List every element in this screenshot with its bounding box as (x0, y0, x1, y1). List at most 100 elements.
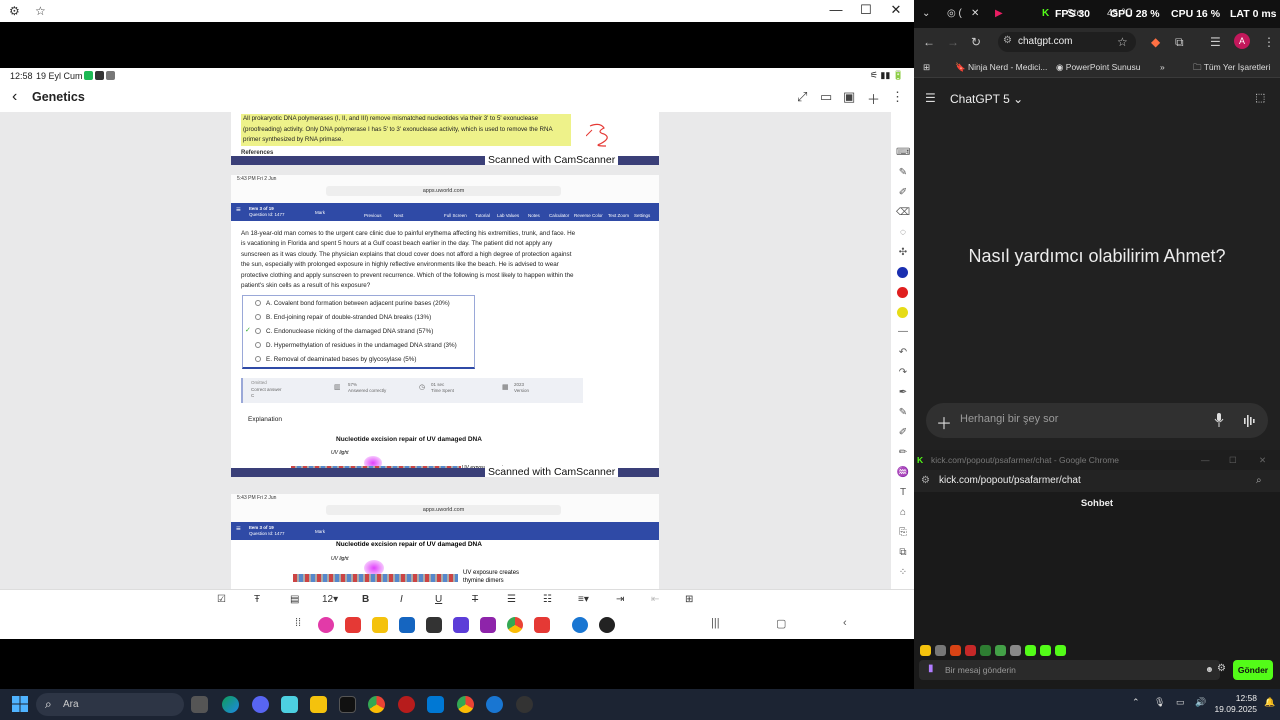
emote-icon[interactable] (935, 645, 946, 656)
app-icon[interactable] (486, 696, 503, 713)
forward-icon[interactable]: → (947, 35, 959, 49)
notification-bell-icon[interactable]: 🔔 (1264, 697, 1275, 708)
eraser-icon[interactable]: ⌫ (896, 207, 910, 221)
terminal-icon[interactable] (339, 696, 356, 713)
tag-icon[interactable]: ⌂ (896, 507, 910, 521)
tab-chatgpt[interactable]: ◎ ( (947, 8, 962, 19)
home-button[interactable]: ▢ (776, 617, 786, 630)
keyboard-icon[interactable]: ⌨ (896, 147, 910, 161)
task-view-icon[interactable] (191, 696, 208, 713)
emote-icon[interactable] (980, 645, 991, 656)
align-icon[interactable]: ≡▾ (578, 594, 589, 605)
bookmark-star-icon[interactable]: ☆ (1117, 35, 1128, 49)
microphone-icon[interactable] (1214, 413, 1224, 427)
close-button[interactable]: ✕ (881, 2, 911, 18)
attach-plus-icon[interactable]: ＋ (936, 410, 952, 434)
more-bookmarks-icon[interactable]: » (1160, 62, 1165, 72)
steam-icon[interactable] (516, 696, 533, 713)
maximize-button[interactable]: ☐ (1229, 455, 1237, 466)
text-tool-icon[interactable]: T (896, 487, 910, 501)
add-icon[interactable]: ＋ (867, 89, 880, 108)
dock-app-icon[interactable] (399, 617, 415, 633)
apps-grid-icon[interactable]: ⊞ (923, 62, 930, 73)
back-button[interactable]: ‹ (843, 617, 847, 629)
discord-icon[interactable] (252, 696, 269, 713)
send-button[interactable]: Gönder (1233, 660, 1273, 680)
tab-search-icon[interactable]: ⌄ (922, 8, 930, 19)
underline-button[interactable]: U (435, 594, 442, 605)
chrome-profile-icon[interactable] (457, 696, 474, 713)
chat-settings-icon[interactable]: ⚙ (1217, 663, 1226, 674)
back-arrow-icon[interactable]: ‹ (12, 88, 17, 106)
pages-icon[interactable]: ⧉ (896, 547, 910, 561)
table-icon[interactable]: ⊞ (685, 594, 693, 605)
ink-icon[interactable]: ♒ (896, 467, 910, 481)
bookmark-powerpoint[interactable]: ◉ PowerPoint Sunusu (1056, 62, 1140, 73)
microphone-icon[interactable]: 🎙 (1154, 697, 1165, 708)
redo-icon[interactable]: ↷ (896, 367, 910, 381)
color-yellow[interactable] (897, 307, 908, 318)
sidebar-toggle-icon[interactable]: ☰ (925, 91, 936, 105)
chrome-icon[interactable] (368, 696, 385, 713)
emote-icon[interactable] (950, 645, 961, 656)
edge-icon[interactable] (222, 696, 239, 713)
dock-app-icon[interactable] (318, 617, 334, 633)
site-info-icon[interactable]: ⚙ (1003, 35, 1012, 46)
dock-app-icon[interactable] (572, 617, 588, 633)
edit-icon[interactable]: ✐ (896, 427, 910, 441)
note-canvas[interactable]: All prokaryotic DNA polymerases (I, II, … (0, 112, 891, 589)
network-icon[interactable]: ▭ (1176, 697, 1185, 708)
chat-composer[interactable]: ＋ Herhangi bir şey sor (926, 403, 1268, 438)
undo-icon[interactable]: ↶ (896, 347, 910, 361)
settings-icon[interactable]: ⚙ (9, 4, 20, 18)
voice-mode-icon[interactable] (1238, 410, 1260, 432)
settings-app-icon[interactable] (599, 617, 615, 633)
search-icon[interactable]: ⌕ (1256, 475, 1262, 486)
tab-close-icon[interactable]: ✕ (971, 8, 979, 19)
indent-icon[interactable]: ⇥ (616, 594, 624, 605)
app-icon[interactable] (281, 696, 298, 713)
minimize-button[interactable]: — (821, 2, 851, 17)
close-button[interactable]: ✕ (1259, 455, 1266, 466)
extensions-puzzle-icon[interactable]: ⧉ (1175, 35, 1184, 50)
emote-icon[interactable] (1055, 645, 1066, 656)
youtube-icon[interactable] (534, 617, 550, 633)
brush-icon[interactable]: ✎ (896, 407, 910, 421)
app-drawer-icon[interactable]: ⁞⁞ (295, 617, 301, 629)
omnibox[interactable]: ⚙ chatgpt.com (998, 32, 1136, 52)
paragraph-icon[interactable]: ▤ (290, 594, 299, 605)
tray-overflow-icon[interactable]: ⌃ (1132, 697, 1140, 708)
volume-icon[interactable]: 🔊 (1195, 697, 1206, 708)
emote-icon[interactable] (1010, 645, 1021, 656)
color-blue[interactable] (897, 267, 908, 278)
lasso-icon[interactable]: ◌ (896, 227, 910, 241)
font-size-select[interactable]: 12▾ (322, 594, 338, 605)
chrome-icon[interactable] (507, 617, 523, 633)
tab-kick-icon[interactable]: K (1042, 8, 1049, 19)
profile-avatar[interactable]: A (1234, 33, 1250, 49)
file-explorer-icon[interactable] (310, 696, 327, 713)
temporary-chat-icon[interactable]: ⬚ (1255, 91, 1265, 104)
emote-icon[interactable] (920, 645, 931, 656)
recents-button[interactable]: ||| (711, 617, 720, 629)
expand-icon[interactable]: ⤢ (797, 89, 807, 105)
text-style-icon[interactable]: Ŧ (254, 594, 260, 605)
dock-app-icon[interactable] (345, 617, 361, 633)
minimize-button[interactable]: — (1201, 455, 1210, 465)
emote-icon[interactable] (1025, 645, 1036, 656)
dock-app-icon[interactable] (480, 617, 496, 633)
site-info-icon[interactable]: ⚙ (921, 475, 930, 486)
emote-icon[interactable] (995, 645, 1006, 656)
maximize-button[interactable]: ☐ (851, 2, 881, 18)
outdent-icon[interactable]: ⇤ (651, 594, 659, 605)
italic-button[interactable]: I (400, 594, 403, 605)
color-red[interactable] (897, 287, 908, 298)
dock-app-icon[interactable] (426, 617, 442, 633)
menu-dots-icon[interactable]: ⋮ (1263, 35, 1275, 49)
kick-url[interactable]: kick.com/popout/psafarmer/chat (939, 475, 1081, 486)
dock-app-icon[interactable] (372, 617, 388, 633)
bold-button[interactable]: B (362, 594, 369, 605)
highlighter-icon[interactable]: ✐ (896, 187, 910, 201)
save-icon[interactable]: ▣ (843, 89, 855, 105)
emote-icon[interactable] (1040, 645, 1051, 656)
